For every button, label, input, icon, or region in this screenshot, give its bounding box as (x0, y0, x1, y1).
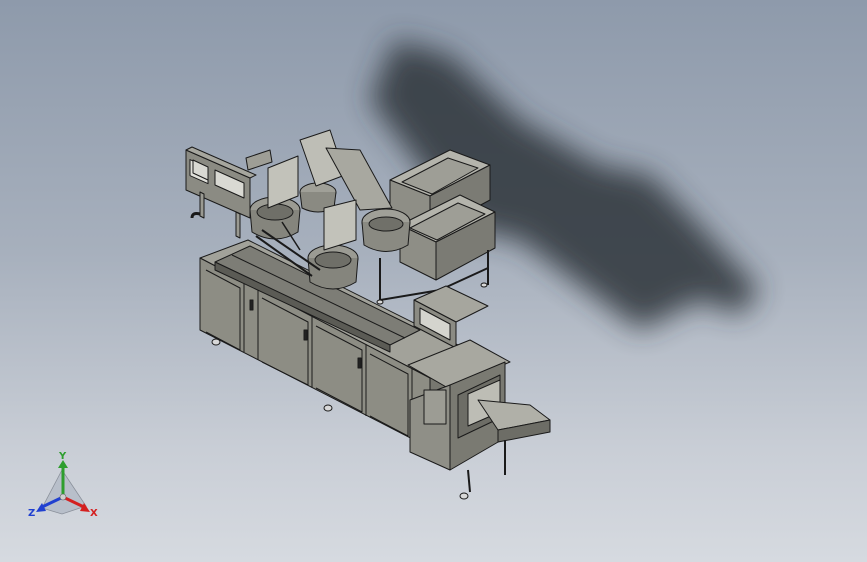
z-axis-label: Z (28, 508, 35, 519)
view-triad[interactable]: Y X Z (28, 451, 98, 519)
model-view[interactable]: Y X Z (0, 0, 867, 562)
y-axis-label: Y (58, 451, 67, 462)
x-axis-label: X (90, 508, 98, 519)
bowl-feeder-3[interactable] (361, 208, 411, 252)
triad-origin (59, 493, 67, 501)
control-panel-left[interactable] (185, 146, 257, 239)
output-station[interactable] (407, 339, 551, 493)
graphics-viewport[interactable]: Y X Z (0, 0, 867, 562)
